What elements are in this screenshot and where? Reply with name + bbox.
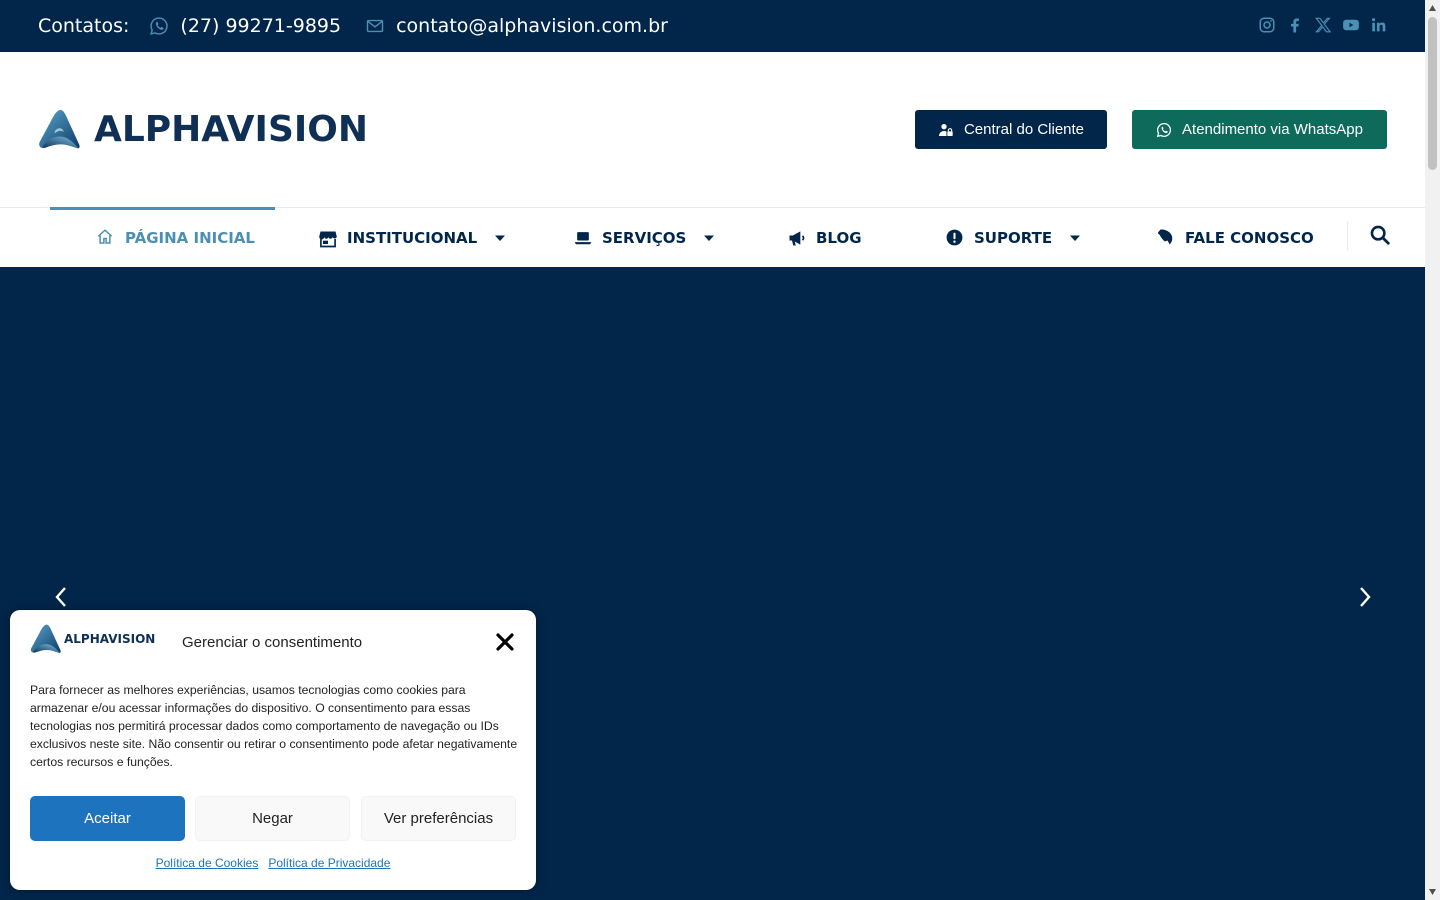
preferences-button[interactable]: Ver preferências — [361, 796, 516, 841]
nav-item-label: PÁGINA INICIAL — [125, 229, 255, 247]
contacts-label: Contatos: — [38, 15, 130, 37]
consent-message: Para fornecer as melhores experiências, … — [30, 683, 518, 769]
caret-down-icon — [703, 232, 715, 244]
scroll-down-icon[interactable] — [1429, 889, 1436, 895]
client-area-button[interactable]: Central do Cliente — [915, 110, 1107, 149]
caret-down-icon — [494, 232, 506, 244]
site-header: ALPHAVISION Central do Cliente Atendimen… — [0, 52, 1425, 207]
linkedin-icon[interactable] — [1370, 16, 1388, 34]
scroll-up-icon[interactable] — [1429, 5, 1436, 11]
whatsapp-icon — [1156, 122, 1172, 138]
email-link[interactable]: contato@alphavision.com.br — [396, 15, 668, 37]
whatsapp-service-label: Atendimento via WhatsApp — [1182, 121, 1363, 138]
logo-mark-icon — [30, 624, 61, 654]
deny-button[interactable]: Negar — [195, 796, 350, 841]
social-links — [1258, 16, 1388, 34]
nav-item-institucional[interactable]: INSTITUCIONAL — [318, 208, 506, 268]
contacts-bar: Contatos: (27) 99271-9895 contato@alphav… — [38, 0, 668, 52]
policy-links: Política de Cookies Política de Privacid… — [10, 856, 536, 870]
nav-item-label: SERVIÇOS — [602, 229, 687, 247]
cookie-policy-link[interactable]: Política de Cookies — [156, 856, 259, 870]
store-icon — [318, 228, 338, 248]
nav-item-fale-conosco[interactable]: FALE CONOSCO — [1156, 208, 1314, 268]
phone-icon — [1156, 228, 1176, 248]
home-icon — [96, 228, 116, 248]
x-icon[interactable] — [1314, 16, 1332, 34]
consent-logo: ALPHAVISION — [30, 624, 155, 654]
instagram-icon[interactable] — [1258, 16, 1276, 34]
nav-item-suporte[interactable]: SUPORTE — [945, 208, 1081, 268]
whatsapp-icon — [149, 16, 169, 36]
accept-button[interactable]: Aceitar — [30, 796, 185, 841]
page-scrollbar[interactable] — [1425, 0, 1440, 900]
search-icon[interactable] — [1369, 224, 1391, 246]
phone-link[interactable]: (27) 99271-9895 — [180, 15, 341, 37]
exclamation-icon — [945, 228, 965, 248]
site-logo[interactable]: ALPHAVISION — [38, 81, 368, 178]
mail-icon — [365, 16, 385, 36]
nav-item-label: BLOG — [816, 229, 862, 247]
close-icon[interactable] — [496, 633, 514, 651]
megaphone-icon — [787, 228, 807, 248]
nav-item-label: SUPORTE — [974, 229, 1053, 247]
nav-item-label: FALE CONOSCO — [1185, 229, 1314, 247]
nav-item-servicos[interactable]: SERVIÇOS — [573, 208, 715, 268]
chevron-left-icon[interactable] — [53, 585, 69, 609]
nav-item-home[interactable]: PÁGINA INICIAL — [50, 207, 275, 268]
laptop-icon — [573, 228, 593, 248]
privacy-policy-link[interactable]: Política de Privacidade — [268, 856, 390, 870]
caret-down-icon — [1069, 232, 1081, 244]
facebook-icon[interactable] — [1286, 16, 1304, 34]
cookie-consent-modal: ALPHAVISION Gerenciar o consentimento Pa… — [10, 610, 536, 890]
client-area-label: Central do Cliente — [963, 121, 1085, 138]
user-lock-icon — [938, 122, 954, 138]
logo-mark-icon — [39, 109, 80, 149]
top-bar: Contatos: (27) 99271-9895 contato@alphav… — [0, 0, 1425, 52]
whatsapp-service-button[interactable]: Atendimento via WhatsApp — [1132, 110, 1387, 149]
consent-logo-wordmark: ALPHAVISION — [64, 632, 156, 646]
consent-title: Gerenciar o consentimento — [182, 634, 363, 651]
youtube-icon[interactable] — [1342, 16, 1360, 34]
nav-item-blog[interactable]: BLOG — [787, 208, 862, 268]
logo-wordmark: ALPHAVISION — [93, 109, 368, 150]
scrollbar-thumb[interactable] — [1428, 17, 1437, 170]
main-nav: PÁGINA INICIAL INSTITUCIONAL SERVIÇOS BL… — [0, 207, 1425, 267]
nav-divider — [1347, 222, 1348, 250]
chevron-right-icon[interactable] — [1357, 585, 1373, 609]
nav-item-label: INSTITUCIONAL — [347, 229, 478, 247]
